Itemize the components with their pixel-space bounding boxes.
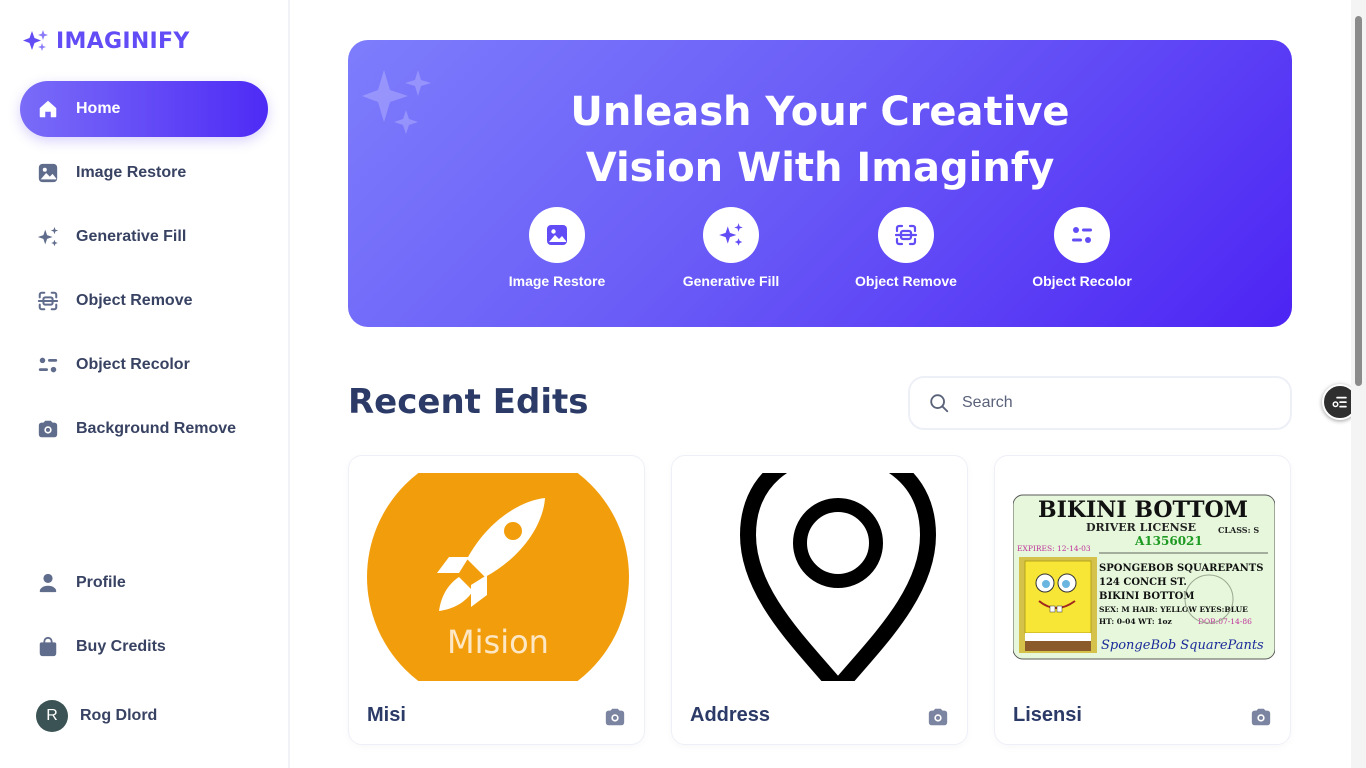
tool-label: Object Remove (855, 273, 957, 289)
bag-icon (36, 635, 60, 659)
scan-icon (878, 207, 934, 263)
license-details2: HT: 0-04 WT: 1oz (1099, 617, 1172, 626)
recent-card-misi[interactable]: Mision Misi (348, 455, 645, 745)
scan-icon (36, 289, 60, 313)
search-box[interactable] (908, 376, 1292, 430)
tool-generative-fill[interactable]: Generative Fill (661, 207, 801, 289)
card-image (690, 473, 952, 681)
image-icon (36, 161, 60, 185)
license-subheading: DRIVER LICENSE (1086, 521, 1196, 534)
toggle-list-icon (1332, 396, 1347, 408)
banner-title-line1: Unleash Your Creative (570, 89, 1070, 135)
tool-image-restore[interactable]: Image Restore (487, 207, 627, 289)
card-image: BIKINI BOTTOM DRIVER LICENSE CLASS: S A1… (1013, 473, 1275, 681)
hero-banner: Unleash Your Creative Vision With Imagin… (348, 40, 1292, 327)
user-profile[interactable]: R Rog Dlord (36, 700, 157, 732)
sidebar-item-image-restore[interactable]: Image Restore (20, 145, 268, 201)
card-title: Lisensi (1013, 704, 1082, 726)
image-icon (529, 207, 585, 263)
filter-icon (1054, 207, 1110, 263)
tool-object-recolor[interactable]: Object Recolor (1012, 207, 1152, 289)
sidebar-bottom-nav: Profile Buy Credits (20, 555, 268, 683)
filter-icon (36, 353, 60, 377)
sidebar-item-label: Object Recolor (76, 356, 190, 373)
user-icon (36, 571, 60, 595)
recent-card-lisensi[interactable]: BIKINI BOTTOM DRIVER LICENSE CLASS: S A1… (994, 455, 1291, 745)
license-number: A1356021 (1134, 534, 1203, 548)
license-class: CLASS: S (1218, 525, 1259, 535)
sidebar-item-background-remove[interactable]: Background Remove (20, 401, 268, 457)
license-dob: DOB:07-14-86 (1198, 617, 1252, 626)
sidebar-item-generative-fill[interactable]: Generative Fill (20, 209, 268, 265)
license-signature: SpongeBob SquarePants (1101, 638, 1264, 653)
search-input[interactable] (962, 394, 1262, 412)
banner-tools: Image Restore Generative Fill Object Rem… (348, 207, 1292, 317)
license-heading: BIKINI BOTTOM (1038, 497, 1248, 523)
sidebar-item-home[interactable]: Home (20, 81, 268, 137)
home-icon (36, 97, 60, 121)
user-name: Rog Dlord (80, 707, 158, 724)
license-address1: 124 CONCH ST. (1099, 577, 1187, 588)
page-scrollbar[interactable] (1351, 0, 1366, 768)
camera-icon (1250, 706, 1272, 733)
banner-title-line2: Vision With Imaginfy (585, 145, 1055, 191)
logo[interactable]: IMAGINIFY (20, 28, 190, 54)
banner-title: Unleash Your Creative Vision With Imagin… (348, 84, 1292, 196)
card-title: Misi (367, 704, 406, 726)
sidebar: IMAGINIFY Home Image Restore Generative … (0, 0, 290, 768)
sparkles-logo-icon (23, 30, 48, 51)
search-icon (930, 394, 949, 413)
mision-logo-text: Mision (447, 623, 549, 661)
camera-icon (36, 417, 60, 441)
sidebar-item-object-recolor[interactable]: Object Recolor (20, 337, 268, 393)
tool-object-remove[interactable]: Object Remove (836, 207, 976, 289)
sidebar-item-label: Background Remove (76, 420, 237, 437)
sidebar-item-profile[interactable]: Profile (20, 555, 268, 611)
recent-edits-title: Recent Edits (348, 382, 589, 422)
sidebar-item-label: Object Remove (76, 292, 193, 309)
license-details1: SEX: M HAIR: YELLOW EYES:BLUE (1099, 605, 1248, 614)
license-address2: BIKINI BOTTOM (1099, 591, 1194, 602)
tool-label: Generative Fill (682, 273, 780, 289)
sidebar-item-buy-credits[interactable]: Buy Credits (20, 619, 268, 675)
tool-label: Image Restore (508, 273, 606, 289)
sidebar-item-label: Profile (76, 574, 126, 591)
card-title: Address (690, 704, 771, 726)
sparkles-icon (36, 225, 60, 249)
sidebar-item-label: Buy Credits (76, 638, 166, 655)
license-name: SPONGEBOB SQUAREPANTS (1099, 563, 1263, 574)
sidebar-nav: Home Image Restore Generative Fill Objec… (20, 81, 268, 465)
sidebar-item-object-remove[interactable]: Object Remove (20, 273, 268, 329)
recent-card-address[interactable]: Address (671, 455, 968, 745)
sidebar-item-label: Image Restore (76, 164, 187, 181)
logo-text: IMAGINIFY (56, 28, 190, 54)
sidebar-item-label: Home (76, 100, 121, 117)
sidebar-item-label: Generative Fill (76, 228, 187, 245)
card-image: Mision (367, 473, 629, 681)
sparkles-icon (703, 207, 759, 263)
tool-label: Object Recolor (1032, 273, 1132, 289)
license-expires: EXPIRES: 12-14-03 (1017, 544, 1091, 553)
camera-icon (604, 706, 626, 733)
avatar: R (36, 700, 68, 732)
scrollbar-thumb[interactable] (1355, 16, 1362, 386)
camera-icon (927, 706, 949, 733)
